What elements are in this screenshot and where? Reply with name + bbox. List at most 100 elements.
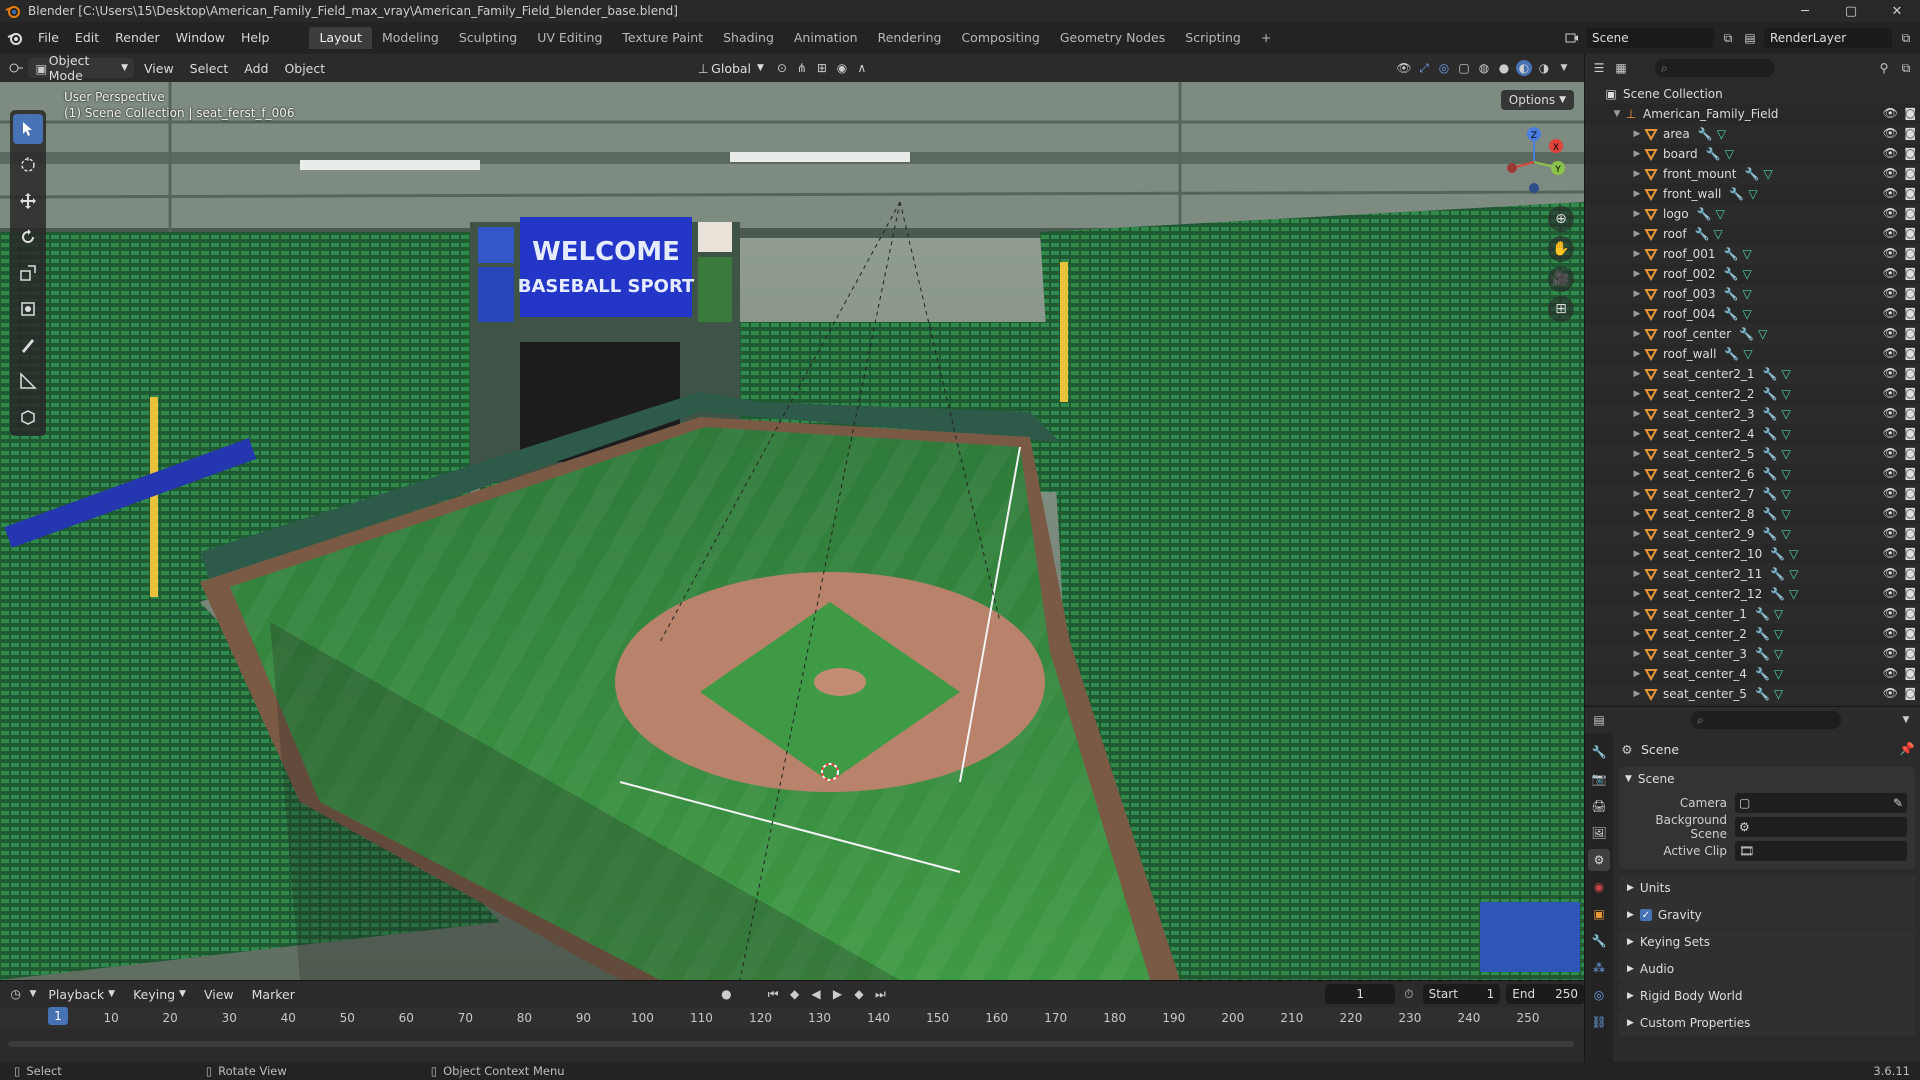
camera-icon[interactable]: ◙ bbox=[1904, 586, 1916, 600]
outliner-object-row[interactable]: ▶ seat_center2_9 🔧 ▽ 👁 ◙ bbox=[1585, 524, 1920, 544]
chevron-right-icon[interactable]: ▶ bbox=[1631, 269, 1643, 279]
play-reverse-icon[interactable]: ◀ bbox=[808, 986, 823, 1002]
mesh-data-icon[interactable]: ▽ bbox=[1782, 407, 1791, 421]
menu-marker[interactable]: Marker bbox=[246, 984, 301, 1004]
3d-viewport[interactable]: WELCOME BASEBALL SPORT User Perspective … bbox=[0, 82, 1584, 980]
tab-layout[interactable]: Layout bbox=[309, 27, 372, 49]
eye-icon[interactable]: 👁 bbox=[1883, 146, 1898, 160]
eye-icon[interactable]: 👁 bbox=[1883, 126, 1898, 140]
mesh-data-icon[interactable]: ▽ bbox=[1782, 487, 1791, 501]
move-tool[interactable] bbox=[13, 186, 43, 216]
tab-modeling[interactable]: Modeling bbox=[372, 27, 449, 49]
filter-icon[interactable]: ⚲ bbox=[1876, 60, 1892, 76]
tab-compositing[interactable]: Compositing bbox=[951, 27, 1049, 49]
mesh-data-icon[interactable]: ▽ bbox=[1714, 227, 1723, 241]
properties-search-input[interactable]: ⌕ bbox=[1691, 711, 1841, 729]
camera-icon[interactable]: ◙ bbox=[1904, 346, 1916, 360]
chevron-down-icon[interactable]: ▼ bbox=[1611, 109, 1623, 119]
outliner-search-input[interactable]: ⌕ bbox=[1655, 59, 1775, 77]
tab-geometry-nodes[interactable]: Geometry Nodes bbox=[1050, 27, 1175, 49]
add-workspace-button[interactable]: + bbox=[1251, 27, 1281, 49]
tab-uv-editing[interactable]: UV Editing bbox=[527, 27, 612, 49]
camera-icon[interactable]: ◙ bbox=[1904, 386, 1916, 400]
camera-icon[interactable]: ◙ bbox=[1904, 546, 1916, 560]
modifier-wrench-icon[interactable]: 🔧 bbox=[1755, 607, 1770, 621]
modifier-wrench-icon[interactable]: 🔧 bbox=[1729, 187, 1744, 201]
outliner-object-row[interactable]: ▶ area 🔧 ▽ 👁 ◙ bbox=[1585, 124, 1920, 144]
chevron-right-icon[interactable]: ▶ bbox=[1631, 169, 1643, 179]
outliner-object-row[interactable]: ▶ seat_center_2 🔧 ▽ 👁 ◙ bbox=[1585, 624, 1920, 644]
outliner-object-row[interactable]: ▶ seat_center2_5 🔧 ▽ 👁 ◙ bbox=[1585, 444, 1920, 464]
camera-icon[interactable]: ◙ bbox=[1904, 466, 1916, 480]
tab-shading[interactable]: Shading bbox=[713, 27, 784, 49]
start-frame-field[interactable]: Start 1 bbox=[1422, 984, 1501, 1004]
modifier-wrench-icon[interactable]: 🔧 bbox=[1723, 307, 1738, 321]
properties-editor-icon[interactable]: ▤ bbox=[1591, 712, 1607, 728]
tab-sculpting[interactable]: Sculpting bbox=[449, 27, 527, 49]
modifier-wrench-icon[interactable]: 🔧 bbox=[1763, 487, 1778, 501]
eye-icon[interactable]: 👁 bbox=[1883, 646, 1898, 660]
visibility-icon[interactable]: 👁 bbox=[1396, 60, 1412, 76]
eye-icon[interactable]: 👁 bbox=[1883, 166, 1898, 180]
mesh-data-icon[interactable]: ▽ bbox=[1774, 607, 1783, 621]
mesh-data-icon[interactable]: ▽ bbox=[1774, 687, 1783, 701]
physics-tab-icon[interactable]: ◎ bbox=[1588, 984, 1610, 1006]
close-button[interactable]: ✕ bbox=[1874, 0, 1920, 22]
pin-icon[interactable]: 📌 bbox=[1899, 741, 1915, 757]
eye-icon[interactable]: 👁 bbox=[1883, 286, 1898, 300]
chevron-right-icon[interactable]: ▶ bbox=[1631, 149, 1643, 159]
chevron-right-icon[interactable]: ▶ bbox=[1631, 309, 1643, 319]
modifier-wrench-icon[interactable]: 🔧 bbox=[1763, 427, 1778, 441]
measure-tool[interactable] bbox=[13, 366, 43, 396]
timeline-scrollbar[interactable] bbox=[8, 1041, 1574, 1047]
gizmo-toggle-icon[interactable]: ⤢ bbox=[1416, 60, 1432, 76]
camera-icon[interactable]: ◙ bbox=[1904, 566, 1916, 580]
constraints-tab-icon[interactable]: ⛓ bbox=[1588, 1011, 1610, 1033]
menu-select[interactable]: Select bbox=[184, 58, 235, 78]
mesh-data-icon[interactable]: ▽ bbox=[1782, 367, 1791, 381]
outliner-object-row[interactable]: ▶ seat_center2_8 🔧 ▽ 👁 ◙ bbox=[1585, 504, 1920, 524]
outliner-object-row[interactable]: ▶ seat_center2_3 🔧 ▽ 👁 ◙ bbox=[1585, 404, 1920, 424]
modifier-wrench-icon[interactable]: 🔧 bbox=[1763, 387, 1778, 401]
eye-icon[interactable]: 👁 bbox=[1883, 426, 1898, 440]
active-clip-field[interactable]: 🎞 bbox=[1735, 841, 1907, 861]
camera-icon[interactable]: ◙ bbox=[1904, 206, 1916, 220]
eyedropper-icon[interactable]: ✎ bbox=[1893, 796, 1903, 810]
mesh-data-icon[interactable]: ▽ bbox=[1782, 507, 1791, 521]
ortho-grid-icon[interactable]: ⊞ bbox=[1548, 296, 1574, 322]
outliner-object-row[interactable]: ▶ seat_center2_12 🔧 ▽ 👁 ◙ bbox=[1585, 584, 1920, 604]
chevron-down-icon[interactable]: ▼ bbox=[1898, 712, 1914, 728]
mode-selector[interactable]: ▣ Object Mode ▼ bbox=[28, 53, 134, 83]
eye-icon[interactable]: 👁 bbox=[1883, 266, 1898, 280]
select-box-tool[interactable] bbox=[13, 114, 43, 144]
mesh-data-icon[interactable]: ▽ bbox=[1782, 527, 1791, 541]
scene-selector[interactable]: Scene bbox=[1586, 28, 1714, 48]
modifier-wrench-icon[interactable]: 🔧 bbox=[1723, 247, 1738, 261]
zoom-icon[interactable]: ⊕ bbox=[1548, 206, 1574, 232]
outliner-object-row[interactable]: ▶ seat_center_5 🔧 ▽ 👁 ◙ bbox=[1585, 684, 1920, 704]
chevron-right-icon[interactable]: ▶ bbox=[1631, 189, 1643, 199]
outliner-object-row[interactable]: ▶ roof_wall 🔧 ▽ 👁 ◙ bbox=[1585, 344, 1920, 364]
add-cube-tool[interactable] bbox=[13, 402, 43, 432]
outliner-object-row[interactable]: ▶ roof_002 🔧 ▽ 👁 ◙ bbox=[1585, 264, 1920, 284]
chevron-right-icon[interactable]: ▶ bbox=[1631, 569, 1643, 579]
outliner-object-row[interactable]: ▶ seat_center2_7 🔧 ▽ 👁 ◙ bbox=[1585, 484, 1920, 504]
new-scene-icon[interactable]: ⧉ bbox=[1720, 30, 1736, 46]
modifier-wrench-icon[interactable]: 🔧 bbox=[1770, 547, 1785, 561]
outliner-object-row[interactable]: ▶ front_wall 🔧 ▽ 👁 ◙ bbox=[1585, 184, 1920, 204]
modifier-tab-icon[interactable]: 🔧 bbox=[1588, 930, 1610, 952]
menu-keying[interactable]: Keying ▼ bbox=[127, 984, 192, 1004]
chevron-right-icon[interactable]: ▶ bbox=[1631, 469, 1643, 479]
mesh-data-icon[interactable]: ▽ bbox=[1725, 147, 1734, 161]
modifier-wrench-icon[interactable]: 🔧 bbox=[1698, 127, 1713, 141]
wireframe-shading-icon[interactable]: ◍ bbox=[1476, 60, 1492, 76]
stopwatch-icon[interactable]: ⏱ bbox=[1401, 986, 1416, 1002]
mesh-data-icon[interactable]: ▽ bbox=[1742, 267, 1751, 281]
chevron-right-icon[interactable]: ▶ bbox=[1631, 449, 1643, 459]
camera-icon[interactable]: ◙ bbox=[1904, 166, 1916, 180]
outliner-object-row[interactable]: ▶ seat_center2_10 🔧 ▽ 👁 ◙ bbox=[1585, 544, 1920, 564]
mesh-data-icon[interactable]: ▽ bbox=[1782, 447, 1791, 461]
timeline-ruler[interactable]: 10 20 30 40 50 60 70 80 90 100 110 120 130 140 150 160 1… bbox=[0, 1007, 1584, 1029]
chevron-right-icon[interactable]: ▶ bbox=[1631, 489, 1643, 499]
chevron-right-icon[interactable]: ▶ bbox=[1631, 689, 1643, 699]
